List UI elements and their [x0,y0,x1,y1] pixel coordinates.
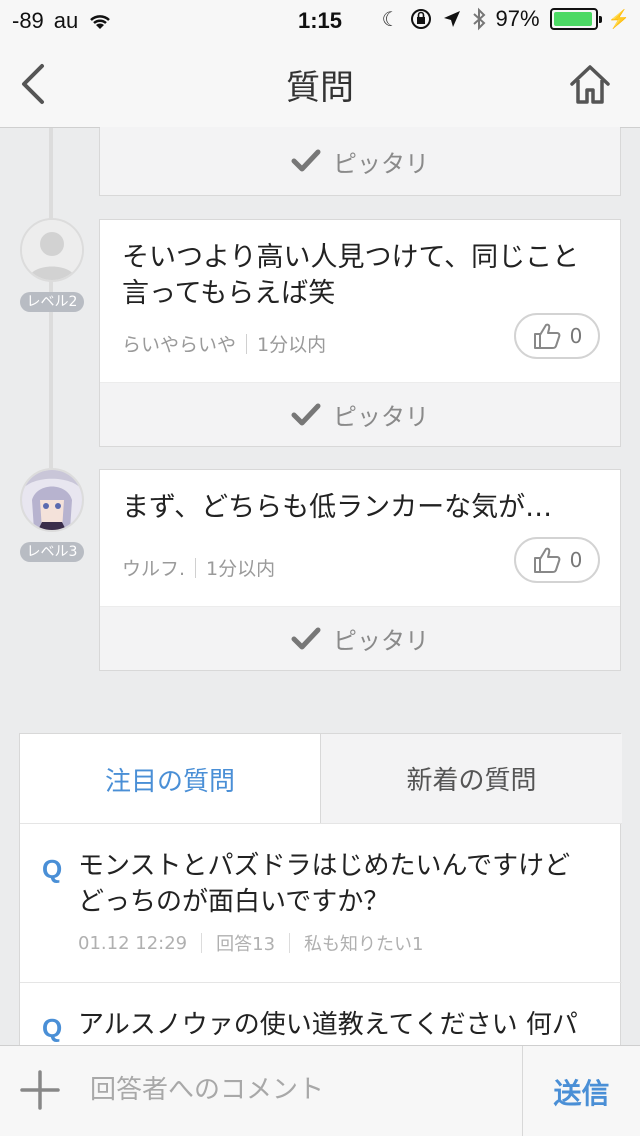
question-date: 01.12 12:29 [78,932,188,954]
question-mark-icon: Q [42,1013,63,1043]
battery-fill [553,12,593,26]
answer-username[interactable]: ウルフ. [122,554,185,581]
send-button[interactable]: 送信 [523,1046,640,1136]
avatar[interactable] [20,218,84,282]
meta-separator [201,933,203,953]
battery-icon [549,8,602,30]
status-right: ☾ 97% ⚡ [382,6,630,32]
pittari-button[interactable]: ピッタリ [100,606,620,670]
thumbs-up-icon [533,547,561,573]
tab-new-questions[interactable]: 新着の質問 [321,734,622,824]
question-answer-count: 回答13 [216,934,276,955]
checkmark-icon [291,149,321,172]
like-button[interactable]: 0 [514,537,600,583]
question-text: モンストとパズドラはじめたいんですけどどっちのが面白いですか？ [78,851,571,917]
charging-icon: ⚡ [607,8,630,29]
question-text: アルスノウァの使い道教えてください 何パ [78,1010,578,1040]
level-badge: レベル3 [20,542,84,562]
like-button[interactable]: 0 [514,313,600,359]
comment-input[interactable] [90,1068,510,1112]
answer-card: ピッタリ [99,127,621,196]
answer-meta: らいやらいや 1分以内 [122,330,326,357]
pittari-button[interactable]: ピッタリ [100,127,620,195]
like-count: 0 [569,324,583,348]
answer-text: そいつより高い人見つけて、同じこと言ってもらえば笑 [122,242,580,309]
question-item[interactable]: Q アルスノウァの使い道教えてください 何パ [20,983,620,1053]
answer-time: 1分以内 [206,558,276,580]
meta-separator [289,933,291,953]
home-icon[interactable] [568,62,612,106]
tab-featured-questions[interactable]: 注目の質問 [20,734,321,824]
anime-avatar-image [22,470,82,530]
avatar[interactable] [20,468,84,532]
answer-username[interactable]: らいやらいや [122,330,236,357]
page-title: 質問 [286,68,354,108]
pittari-label: ピッタリ [333,627,429,655]
like-count: 0 [569,548,583,572]
answer-text: まず、どちらも低ランカーな気が… [122,492,553,523]
status-bar: -89 au 1:15 ☾ 97% ⚡ [0,0,640,40]
moon-icon: ☾ [381,8,400,31]
battery-percent: 97% [495,6,540,31]
pittari-label: ピッタリ [333,149,429,178]
question-me-too-count: 私も知りたい1 [304,934,424,955]
default-user-icon [22,220,82,280]
question-item[interactable]: Q モンストとパズドラはじめたいんですけどどっちのが面白いですか？ 01.12 … [20,824,620,982]
meta-separator [246,333,248,354]
level-badge: レベル2 [20,292,84,312]
question-meta: 01.12 12:29 回答13 私も知りたい1 [78,930,423,956]
pittari-button[interactable]: ピッタリ [100,382,620,446]
pittari-label: ピッタリ [333,403,429,431]
question-list-panel: 注目の質問 新着の質問 Q モンストとパズドラはじめたいんですけどどっちのが面白… [19,733,622,1053]
answer-card: まず、どちらも低ランカーな気が… ウルフ. 1分以内 0 ピッタリ [99,469,621,671]
thumbs-up-icon [533,323,561,349]
location-arrow-icon [443,11,460,27]
checkmark-icon [291,403,321,425]
checkmark-icon [291,627,321,649]
rotation-lock-icon [410,9,431,29]
add-button[interactable] [20,1070,60,1110]
answer-meta: ウルフ. 1分以内 [122,554,275,581]
answer-time: 1分以内 [257,334,327,356]
meta-separator [195,557,197,578]
comment-bar: 送信 [0,1045,640,1136]
question-mark-icon: Q [42,854,63,884]
nav-bar: 質問 [0,40,640,128]
answer-card: そいつより高い人見つけて、同じこと言ってもらえば笑 らいやらいや 1分以内 0 … [99,219,621,447]
bluetooth-icon [472,7,485,31]
